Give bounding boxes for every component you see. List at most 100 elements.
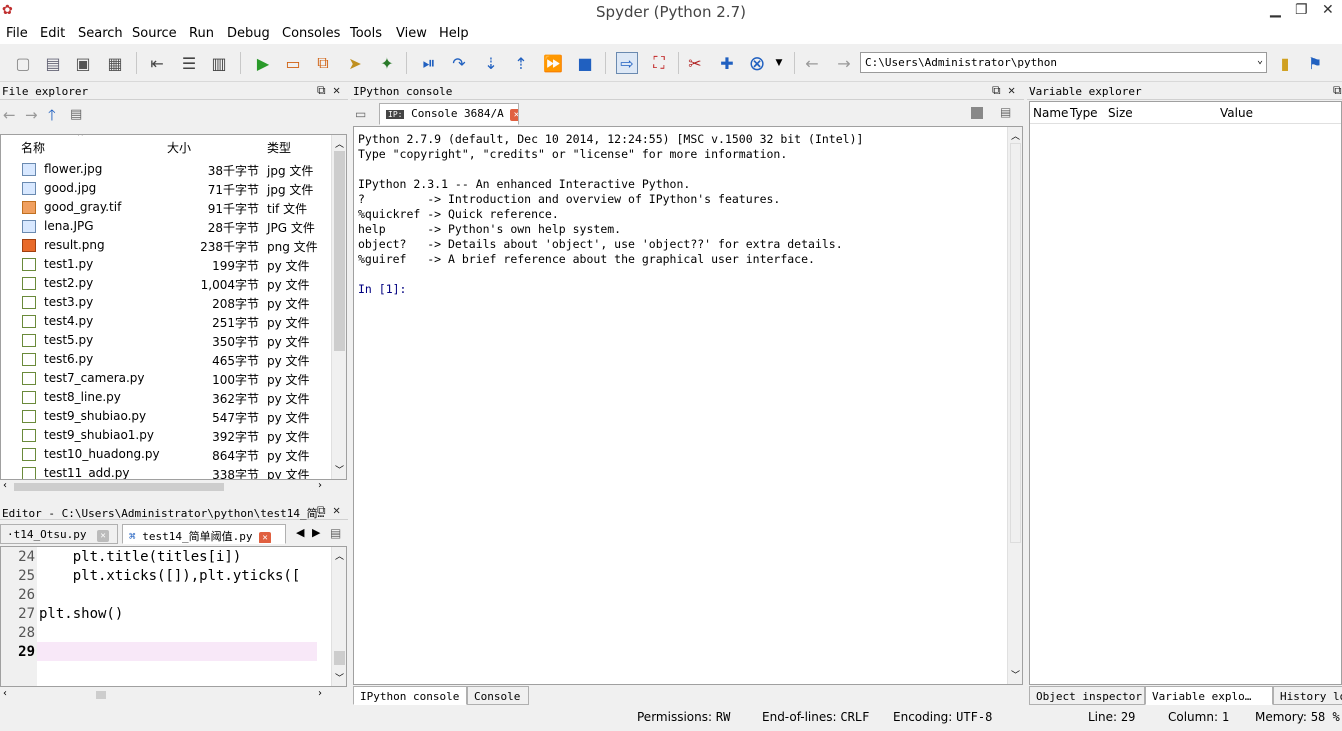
python-path-icon[interactable]: ✚: [716, 52, 738, 74]
column-header-size[interactable]: Size: [1108, 106, 1133, 120]
debug-icon[interactable]: ⏯: [418, 52, 440, 74]
chevron-down-icon[interactable]: ﹀: [335, 463, 344, 476]
options-icon[interactable]: ▤: [1000, 105, 1011, 119]
fullscreen-icon[interactable]: ⛶: [648, 52, 670, 74]
editor-tab[interactable]: ·t14_Otsu.py ✕: [0, 524, 118, 544]
column-header-type[interactable]: 类型: [267, 139, 291, 156]
code-editor[interactable]: 24 plt.title(titles[i]) 25 plt.xticks([])…: [0, 546, 347, 687]
set-working-dir-icon[interactable]: ⚑: [1304, 52, 1326, 74]
menu-debug[interactable]: Debug: [227, 26, 270, 41]
menu-help[interactable]: Help: [439, 26, 469, 41]
run-cell-icon[interactable]: ➤: [344, 52, 366, 74]
save-icon[interactable]: ▣: [72, 52, 94, 74]
chevron-up-icon[interactable]: ︿: [335, 137, 344, 150]
scroll-thumb[interactable]: [1010, 143, 1021, 543]
tools-icon[interactable]: ⊗: [746, 51, 768, 75]
menu-file[interactable]: File: [6, 26, 28, 41]
menu-view[interactable]: View: [396, 26, 427, 41]
chevron-right-icon[interactable]: ›: [318, 480, 322, 491]
close-pane-icon[interactable]: ✕: [333, 83, 340, 97]
minimize-button[interactable]: ▁: [1270, 2, 1281, 18]
file-row[interactable]: test9_shubiao1.py 392字节 py 文件: [1, 426, 331, 445]
file-row[interactable]: flower.jpg 38千字节 jpg 文件: [1, 160, 331, 179]
menu-consoles[interactable]: Consoles: [282, 26, 340, 41]
undock-icon[interactable]: ⧉: [317, 83, 326, 98]
menu-search[interactable]: Search: [78, 26, 123, 41]
ipython-console-output[interactable]: Python 2.7.9 (default, Dec 10 2014, 12:2…: [353, 126, 1023, 685]
chevron-down-icon[interactable]: ﹀: [335, 671, 344, 684]
file-row[interactable]: test5.py 350字节 py 文件: [1, 331, 331, 350]
menu-source[interactable]: Source: [132, 26, 177, 41]
stop-debug-icon[interactable]: ■: [574, 52, 596, 74]
new-file-icon[interactable]: ▢: [12, 52, 34, 74]
variable-table[interactable]: Name Type Size Value: [1029, 101, 1342, 685]
stop-icon[interactable]: [971, 107, 983, 119]
column-header-name[interactable]: 名称: [21, 139, 45, 156]
unindent-icon[interactable]: ⇤: [146, 52, 168, 74]
file-row[interactable]: result.png 238千字节 png 文件: [1, 236, 331, 255]
tab-scroll-right-icon[interactable]: ▶: [312, 526, 320, 539]
close-button[interactable]: ✕: [1322, 2, 1334, 18]
back-icon[interactable]: ←: [801, 52, 823, 74]
tab-console[interactable]: Console: [467, 686, 529, 705]
close-tab-icon[interactable]: ✕: [510, 109, 518, 121]
new-console-icon[interactable]: ▭: [355, 107, 366, 121]
column-header-name[interactable]: Name: [1033, 106, 1068, 120]
editor-tab-active[interactable]: ⌘ test14_简单阈值.py ✕: [122, 524, 286, 544]
parent-dir-icon[interactable]: 🡑: [48, 105, 56, 130]
file-row[interactable]: lena.JPG 28千字节 JPG 文件: [1, 217, 331, 236]
scroll-thumb[interactable]: [334, 151, 345, 351]
undock-icon[interactable]: ⧉: [992, 83, 1001, 98]
scroll-thumb[interactable]: [14, 483, 224, 491]
menu-edit[interactable]: Edit: [40, 26, 65, 41]
column-header-type[interactable]: Type: [1070, 106, 1098, 120]
save-all-icon[interactable]: ▦: [104, 52, 126, 74]
tab-history-log[interactable]: History lo: [1273, 686, 1342, 705]
column-header-size[interactable]: 大小: [167, 139, 191, 156]
close-pane-icon[interactable]: ✕: [1008, 83, 1015, 97]
console-vscroll[interactable]: ︿ ﹀: [1007, 127, 1022, 684]
tab-variable-explorer[interactable]: Variable explo…: [1145, 686, 1273, 705]
chevron-up-icon[interactable]: ︿: [335, 549, 344, 562]
file-list-hscroll[interactable]: ‹ ›: [0, 480, 330, 494]
chevron-left-icon[interactable]: ‹: [3, 688, 7, 699]
menu-run[interactable]: Run: [189, 26, 214, 41]
preferences-icon[interactable]: ✂: [684, 52, 706, 74]
run-icon[interactable]: ▶: [252, 52, 274, 74]
file-row[interactable]: test6.py 465字节 py 文件: [1, 350, 331, 369]
indent-icon[interactable]: ☰: [178, 52, 200, 74]
run-config-icon[interactable]: ▭: [282, 52, 304, 74]
working-directory-input[interactable]: C:\Users\Administrator\python ⌄: [860, 52, 1267, 73]
step-return-icon[interactable]: ⇡: [510, 52, 532, 74]
close-tab-icon[interactable]: ✕: [259, 532, 272, 543]
forward-icon[interactable]: →: [25, 106, 38, 124]
file-row[interactable]: good_gray.tif 91千字节 tif 文件: [1, 198, 331, 217]
file-row[interactable]: test7_camera.py 100字节 py 文件: [1, 369, 331, 388]
file-row[interactable]: test8_line.py 362字节 py 文件: [1, 388, 331, 407]
chevron-up-icon[interactable]: ︿: [1011, 129, 1020, 142]
undock-icon[interactable]: ⧉: [317, 503, 326, 518]
file-row[interactable]: test11_add.py 338字节 py 文件: [1, 464, 331, 479]
column-header-value[interactable]: Value: [1220, 106, 1253, 120]
chevron-left-icon[interactable]: ‹: [3, 480, 7, 491]
step-over-icon[interactable]: ↷: [448, 52, 470, 74]
file-row[interactable]: test2.py 1,004字节 py 文件: [1, 274, 331, 293]
forward-icon[interactable]: →: [833, 52, 855, 74]
run-selection-icon[interactable]: ⧉: [312, 52, 334, 74]
tab-scroll-left-icon[interactable]: ◀: [296, 526, 304, 539]
tab-object-inspector[interactable]: Object inspector: [1029, 686, 1145, 705]
chevron-down-icon[interactable]: ▼: [768, 52, 790, 74]
file-row[interactable]: test9_shubiao.py 547字节 py 文件: [1, 407, 331, 426]
chevron-down-icon[interactable]: ⌄: [1257, 55, 1263, 66]
undock-icon[interactable]: ⧉: [1333, 83, 1342, 98]
file-row[interactable]: test3.py 208字节 py 文件: [1, 293, 331, 312]
chevron-right-icon[interactable]: ›: [318, 688, 322, 699]
chevron-down-icon[interactable]: ﹀: [1011, 668, 1020, 681]
file-row[interactable]: test10_huadong.py 864字节 py 文件: [1, 445, 331, 464]
editor-vscroll[interactable]: ︿ ﹀: [331, 547, 346, 686]
file-row[interactable]: test1.py 199字节 py 文件: [1, 255, 331, 274]
restore-button[interactable]: ❐: [1295, 2, 1308, 18]
python-icon[interactable]: ·: [1334, 52, 1342, 74]
open-file-icon[interactable]: ▤: [42, 52, 64, 74]
comment-icon[interactable]: ▥: [208, 52, 230, 74]
